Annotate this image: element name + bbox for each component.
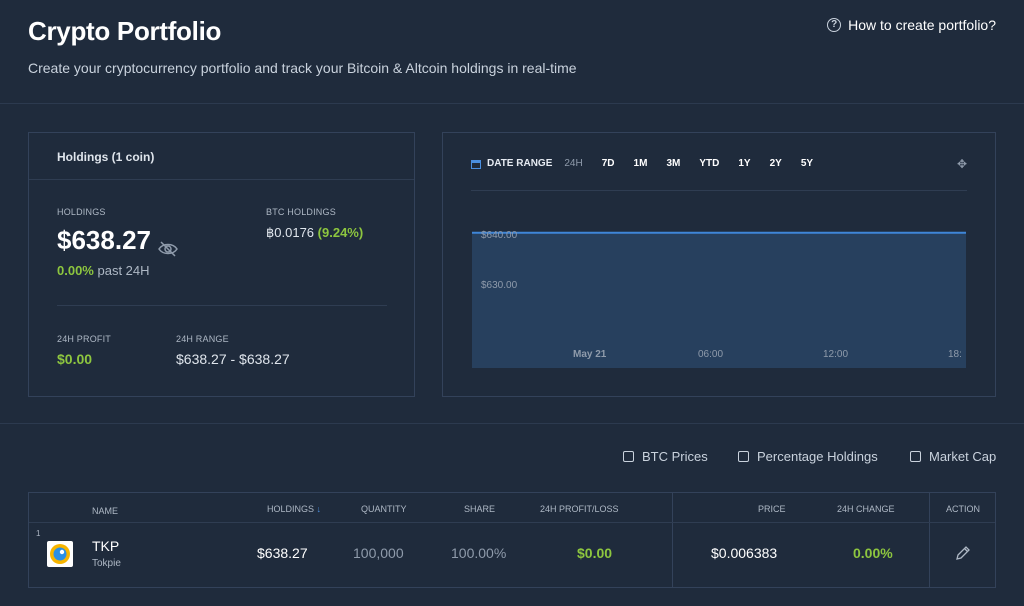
page-title: Crypto Portfolio: [28, 16, 222, 46]
eye-slash-icon[interactable]: [157, 233, 179, 257]
col-header-holdings[interactable]: HOLDINGS ↓: [267, 504, 321, 514]
market-cap-option[interactable]: Market Cap: [910, 449, 996, 464]
row-holdings: $638.27: [257, 545, 308, 561]
holdings-label: HOLDINGS: [57, 207, 106, 217]
row-profit: $0.00: [577, 545, 613, 561]
x-tick-label: 06:00: [698, 349, 723, 360]
col-header-holdings-label: HOLDINGS: [267, 504, 315, 514]
column-divider: [672, 493, 673, 587]
profit-value: $0.00: [57, 351, 93, 367]
percentage-holdings-label: Percentage Holdings: [757, 449, 878, 464]
x-tick-label: May 21: [573, 349, 607, 360]
row-price: $0.006383: [711, 545, 778, 561]
btc-holdings-pct: (9.24%): [317, 225, 364, 240]
header-row-separator: [29, 522, 995, 523]
tokpie-logo-icon: [47, 541, 73, 567]
col-header-name[interactable]: NAME: [92, 506, 118, 516]
col-header-profit[interactable]: 24H PROFIT/LOSS: [540, 504, 619, 514]
btc-prices-option[interactable]: BTC Prices: [623, 449, 708, 464]
col-header-quantity[interactable]: QUANTITY: [361, 504, 407, 514]
holdings-panel: Holdings (1 coin) HOLDINGS $638.27 0.00%…: [28, 132, 415, 397]
checkbox-icon[interactable]: [738, 451, 749, 462]
price-chart: $640.00 $630.00 May 21 06:00 12:00 18:: [472, 211, 966, 368]
btc-prices-label: BTC Prices: [642, 449, 708, 464]
col-header-share[interactable]: SHARE: [464, 504, 495, 514]
col-header-change[interactable]: 24H CHANGE: [837, 504, 895, 514]
col-header-action: ACTION: [946, 504, 981, 514]
page-header: Crypto Portfolio Create your cryptocurre…: [0, 0, 1024, 104]
chart-area-fill: [472, 232, 966, 368]
chart-panel: DATE RANGE 24H 7D 1M 3M YTD 1Y 2Y 5Y ✥ $…: [442, 132, 996, 397]
holdings-change-period: past 24H: [97, 263, 150, 278]
btc-holdings-label: BTC HOLDINGS: [266, 207, 336, 217]
range-value: $638.27 - $638.27: [176, 351, 290, 367]
checkbox-icon[interactable]: [623, 451, 634, 462]
percentage-holdings-option[interactable]: Percentage Holdings: [738, 449, 878, 464]
row-change: 0.00%: [853, 545, 893, 561]
holdings-total: $638.27: [57, 225, 179, 257]
y-tick-label: $630.00: [481, 280, 518, 291]
row-quantity: 100,000: [353, 545, 404, 561]
holdings-value: $638.27: [57, 225, 151, 255]
range-label: 24H RANGE: [176, 334, 229, 344]
row-share: 100.00%: [451, 545, 507, 561]
page-subtitle: Create your cryptocurrency portfolio and…: [28, 60, 577, 76]
profit-label: 24H PROFIT: [57, 334, 112, 344]
help-link[interactable]: ? How to create portfolio?: [827, 17, 996, 33]
help-link-label: How to create portfolio?: [848, 17, 996, 33]
btc-holdings-value: ฿0.0176: [266, 225, 315, 240]
summary-section: Holdings (1 coin) HOLDINGS $638.27 0.00%…: [0, 104, 1024, 424]
btc-holdings: ฿0.0176 (9.24%): [266, 225, 363, 241]
question-icon: ?: [827, 18, 842, 32]
holdings-table: NAME HOLDINGS ↓ QUANTITY SHARE 24H PROFI…: [28, 492, 996, 588]
coin-symbol[interactable]: TKP: [92, 538, 119, 554]
col-header-price[interactable]: PRICE: [758, 504, 786, 514]
holdings-change: 0.00% past 24H: [57, 263, 150, 278]
coin-name: Tokpie: [92, 558, 121, 569]
row-rank: 1: [36, 529, 41, 538]
x-tick-label: 18:: [948, 349, 962, 360]
holdings-change-pct: 0.00%: [57, 263, 94, 278]
holdings-panel-title: Holdings (1 coin): [29, 133, 414, 180]
holdings-divider: [57, 305, 387, 306]
checkbox-icon[interactable]: [910, 451, 921, 462]
sort-down-icon: ↓: [316, 504, 322, 514]
market-cap-label: Market Cap: [929, 449, 997, 464]
column-divider: [929, 493, 930, 587]
x-tick-label: 12:00: [823, 349, 848, 360]
y-tick-label: $640.00: [481, 230, 518, 241]
pencil-icon[interactable]: [955, 545, 971, 561]
